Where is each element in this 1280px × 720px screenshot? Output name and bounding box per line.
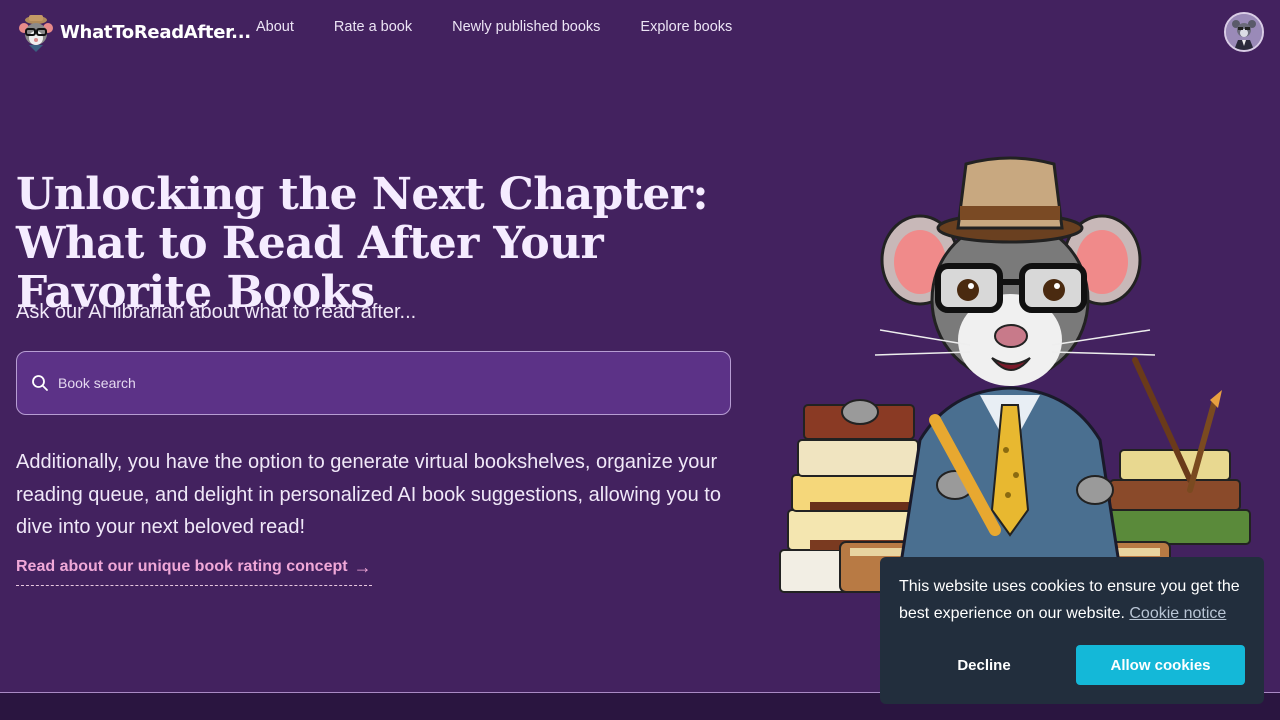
nav-links: About Rate a book Newly published books … [256, 19, 772, 35]
nav-link-explore-books[interactable]: Explore books [640, 19, 732, 35]
cookie-buttons: Decline Allow cookies [899, 645, 1245, 685]
book-search-box[interactable] [16, 351, 731, 415]
nav-link-rate-a-book[interactable]: Rate a book [334, 19, 412, 35]
cookie-message: This website uses cookies to ensure you … [899, 573, 1245, 627]
cookie-banner: This website uses cookies to ensure you … [880, 557, 1264, 704]
cookie-notice-link[interactable]: Cookie notice [1129, 605, 1226, 622]
search-icon [32, 375, 48, 391]
decline-cookies-button[interactable]: Decline [899, 645, 1069, 685]
hero-subtitle: Ask our AI librarian about what to read … [16, 301, 417, 323]
rating-concept-link-label: Read about our unique book rating concep… [16, 558, 348, 575]
allow-cookies-button[interactable]: Allow cookies [1076, 645, 1245, 685]
top-nav: WhatToReadAfter... About Rate a book New… [0, 0, 1280, 62]
book-search-input[interactable] [58, 375, 698, 391]
brand-logo-link[interactable]: WhatToReadAfter... [16, 12, 251, 52]
brand-name: WhatToReadAfter... [60, 21, 251, 43]
rating-concept-link[interactable]: Read about our unique book rating concep… [16, 558, 372, 586]
user-avatar[interactable] [1224, 12, 1264, 52]
nav-link-newly-published[interactable]: Newly published books [452, 19, 600, 35]
nav-link-about[interactable]: About [256, 19, 294, 35]
arrow-right-icon: → [353, 557, 372, 577]
rat-librarian-illustration [779, 156, 1251, 593]
rat-avatar-icon [1226, 14, 1262, 50]
rat-mascot-logo-icon [19, 15, 53, 52]
hero-title: Unlocking the Next Chapter: What to Read… [16, 169, 709, 318]
hero-description: Additionally, you have the option to gen… [16, 451, 721, 538]
